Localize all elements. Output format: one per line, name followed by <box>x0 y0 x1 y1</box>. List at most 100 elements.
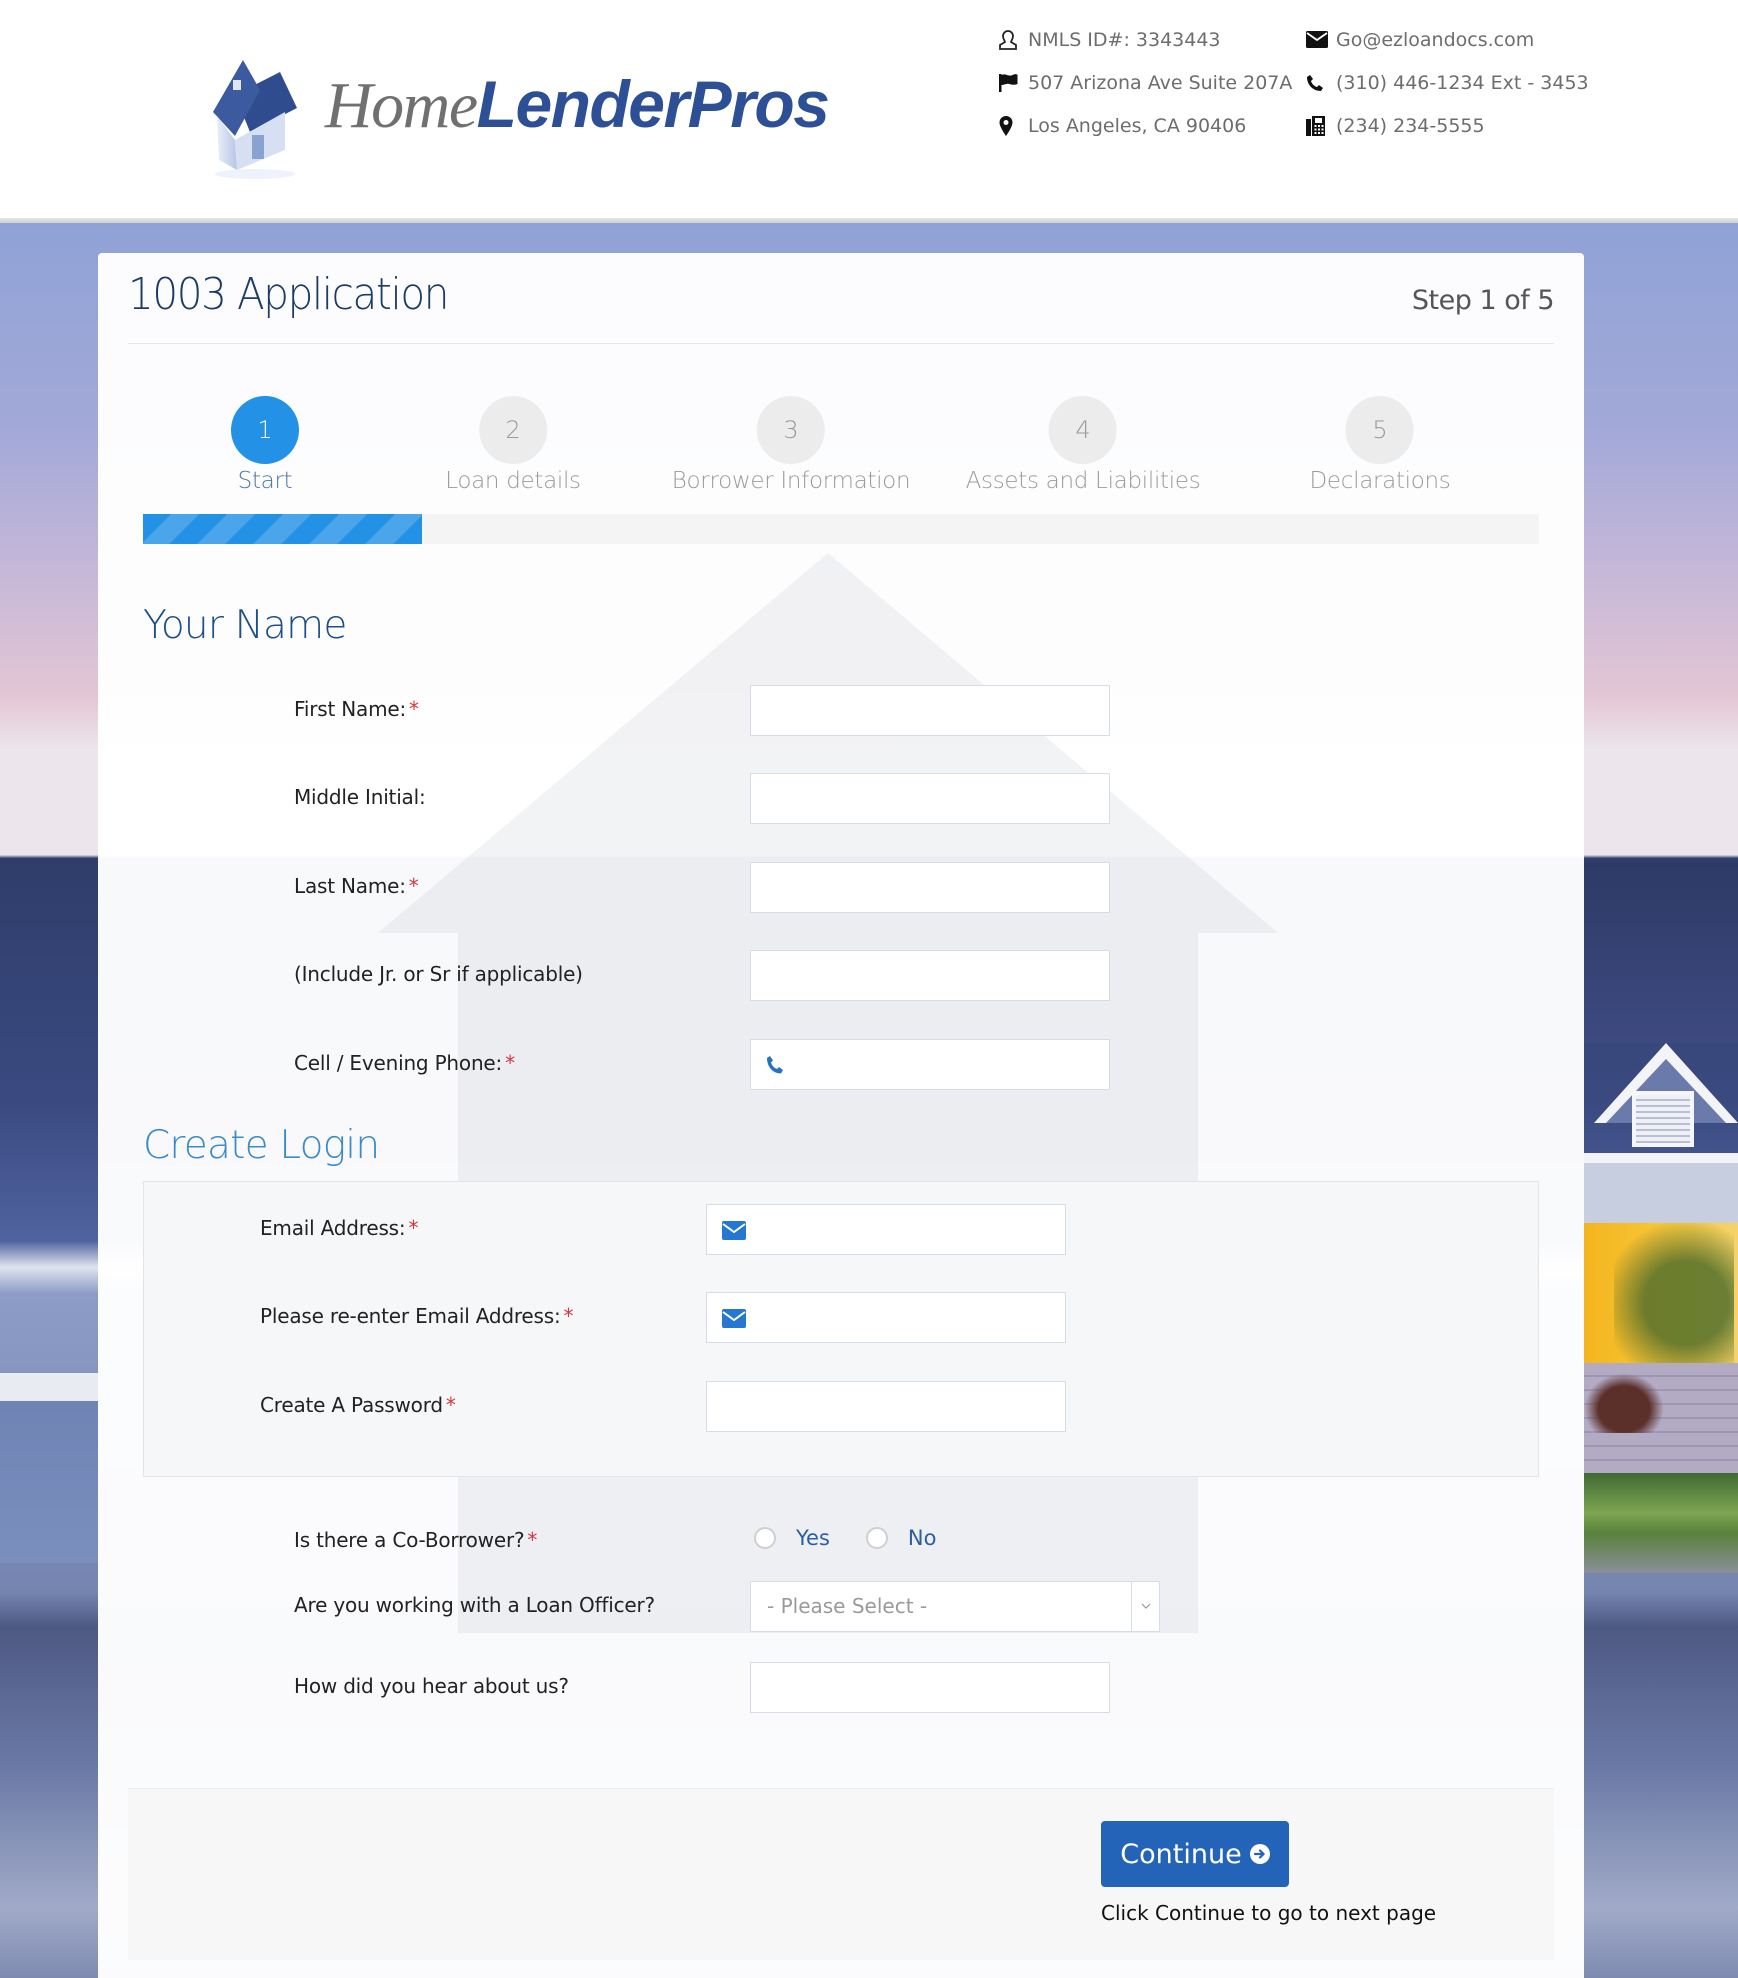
brand-name-part1: Home <box>325 69 478 142</box>
background-vent <box>1632 1091 1694 1147</box>
co-borrower-radio-group: Yes No <box>754 1526 972 1550</box>
logo[interactable]: HomeLenderPros <box>205 45 830 185</box>
email-confirm-row: Please re-enter Email Address: * <box>98 1292 1584 1343</box>
contact-fax-text: (234) 234-5555 <box>1336 114 1485 137</box>
contact-info-right: Go@ezloandocs.com (310) 446-1234 Ext - 3… <box>1306 18 1589 147</box>
password-label: Create A Password * <box>260 1393 456 1417</box>
flag-icon <box>998 72 1028 94</box>
background-house-photo-right <box>1584 223 1738 1978</box>
loan-officer-select-value: - Please Select - <box>767 1594 928 1618</box>
co-borrower-label: Is there a Co-Borrower? * <box>294 1528 538 1552</box>
title-divider <box>128 343 1554 344</box>
envelope-icon <box>722 1218 748 1242</box>
last-name-label: Last Name: * <box>294 874 419 898</box>
phone-input[interactable] <box>750 1039 1110 1090</box>
contact-city: Los Angeles, CA 90406 <box>998 104 1292 147</box>
brand-name-part2: LenderPros <box>476 67 830 141</box>
loan-officer-label: Are you working with a Loan Officer? <box>294 1593 655 1617</box>
brand-name: HomeLenderPros <box>325 69 830 142</box>
required-asterisk: * <box>408 874 419 898</box>
contact-phone-text[interactable]: (310) 446-1234 Ext - 3453 <box>1336 72 1589 94</box>
contact-email-text[interactable]: Go@ezloandocs.com <box>1336 29 1534 51</box>
step-start[interactable]: 1 Start <box>231 396 299 494</box>
envelope-icon <box>722 1306 748 1330</box>
house-icon <box>205 50 305 180</box>
step-label: Start <box>237 468 293 494</box>
contact-fax: (234) 234-5555 <box>1306 104 1589 147</box>
referral-row: How did you hear about us? <box>98 1662 1584 1713</box>
user-icon <box>998 29 1028 51</box>
create-login-panel: Email Address: * Please re-enter Email Ad… <box>143 1181 1539 1477</box>
first-name-label: First Name: * <box>294 697 419 721</box>
form-footer: Continue Click Continue to go to next pa… <box>128 1788 1554 1960</box>
referral-input[interactable] <box>750 1662 1110 1713</box>
suffix-input[interactable] <box>750 950 1110 1001</box>
step-number: 2 <box>479 396 547 464</box>
step-number: 3 <box>756 396 825 464</box>
co-borrower-yes-label[interactable]: Yes <box>796 1526 830 1550</box>
step-assets-liabilities[interactable]: 4 Assets and Liabilities <box>966 396 1201 494</box>
required-asterisk: * <box>408 1216 419 1240</box>
step-label: Declarations <box>1309 468 1451 494</box>
required-asterisk: * <box>527 1528 538 1552</box>
email-confirm-input[interactable] <box>706 1292 1066 1343</box>
contact-email[interactable]: Go@ezloandocs.com <box>1306 18 1589 61</box>
step-wizard: 1 Start 2 Loan details 3 Borrower Inform… <box>143 396 1539 496</box>
last-name-input[interactable] <box>750 862 1110 913</box>
password-row: Create A Password * <box>98 1381 1584 1432</box>
co-borrower-yes-radio[interactable] <box>754 1527 776 1549</box>
contact-phone[interactable]: (310) 446-1234 Ext - 3453 <box>1306 61 1589 104</box>
referral-label: How did you hear about us? <box>294 1674 569 1698</box>
step-declarations[interactable]: 5 Declarations <box>1310 396 1451 494</box>
site-header: HomeLenderPros NMLS ID#: 3343443 507 Ari… <box>0 0 1738 218</box>
step-label: Loan details <box>445 468 581 494</box>
fax-icon <box>1306 115 1336 137</box>
email-confirm-label: Please re-enter Email Address: * <box>260 1304 574 1328</box>
continue-button[interactable]: Continue <box>1101 1821 1289 1887</box>
middle-initial-row: Middle Initial: <box>98 773 1584 824</box>
step-loan-details[interactable]: 2 Loan details <box>445 396 581 494</box>
page-title: 1003 Application <box>128 269 449 320</box>
contact-info-left: NMLS ID#: 3343443 507 Arizona Ave Suite … <box>998 18 1292 147</box>
step-label: Assets and Liabilities <box>965 468 1201 494</box>
phone-label: Cell / Evening Phone: * <box>294 1051 515 1075</box>
contact-nmls: NMLS ID#: 3343443 <box>998 18 1292 61</box>
continue-help-text: Click Continue to go to next page <box>1101 1901 1437 1925</box>
co-borrower-no-label[interactable]: No <box>908 1526 937 1550</box>
email-row: Email Address: * <box>98 1204 1584 1255</box>
progress-bar <box>143 514 1539 544</box>
password-input[interactable] <box>706 1381 1066 1432</box>
progress-bar-fill <box>143 514 423 544</box>
continue-button-label: Continue <box>1120 1838 1242 1870</box>
required-asterisk: * <box>505 1051 515 1075</box>
required-asterisk: * <box>563 1304 574 1328</box>
chevron-down-icon[interactable] <box>1131 1582 1159 1631</box>
background-garage <box>0 1373 98 1563</box>
step-number: 5 <box>1345 396 1414 464</box>
step-borrower-information[interactable]: 3 Borrower Information <box>671 396 911 494</box>
step-number: 4 <box>1048 396 1117 464</box>
suffix-row: (Include Jr. or Sr if applicable) <box>98 950 1584 1001</box>
required-asterisk: * <box>445 1393 456 1417</box>
first-name-input[interactable] <box>750 685 1110 736</box>
co-borrower-no-radio[interactable] <box>865 1527 888 1549</box>
middle-initial-input[interactable] <box>750 773 1110 824</box>
phone-icon <box>766 1053 792 1077</box>
phone-icon <box>1306 72 1336 94</box>
envelope-icon <box>1306 29 1336 51</box>
first-name-row: First Name: * <box>98 685 1584 736</box>
loan-officer-select[interactable]: - Please Select - <box>750 1581 1160 1632</box>
contact-address: 507 Arizona Ave Suite 207A <box>998 61 1292 104</box>
contact-city-text: Los Angeles, CA 90406 <box>1028 114 1247 137</box>
middle-initial-label: Middle Initial: <box>294 785 426 809</box>
last-name-row: Last Name: * <box>98 862 1584 913</box>
co-borrower-row: Is there a Co-Borrower? * Yes No <box>98 1516 1584 1567</box>
background-lawn <box>1584 1473 1738 1573</box>
application-card: 1003 Application Step 1 of 5 1 Start 2 L… <box>98 253 1584 1978</box>
background-wall <box>1584 1153 1738 1223</box>
step-label: Borrower Information <box>671 468 911 494</box>
phone-row: Cell / Evening Phone: * <box>98 1039 1584 1090</box>
step-number: 1 <box>231 396 299 464</box>
contact-nmls-text: NMLS ID#: 3343443 <box>1028 28 1221 51</box>
email-input[interactable] <box>706 1204 1066 1255</box>
